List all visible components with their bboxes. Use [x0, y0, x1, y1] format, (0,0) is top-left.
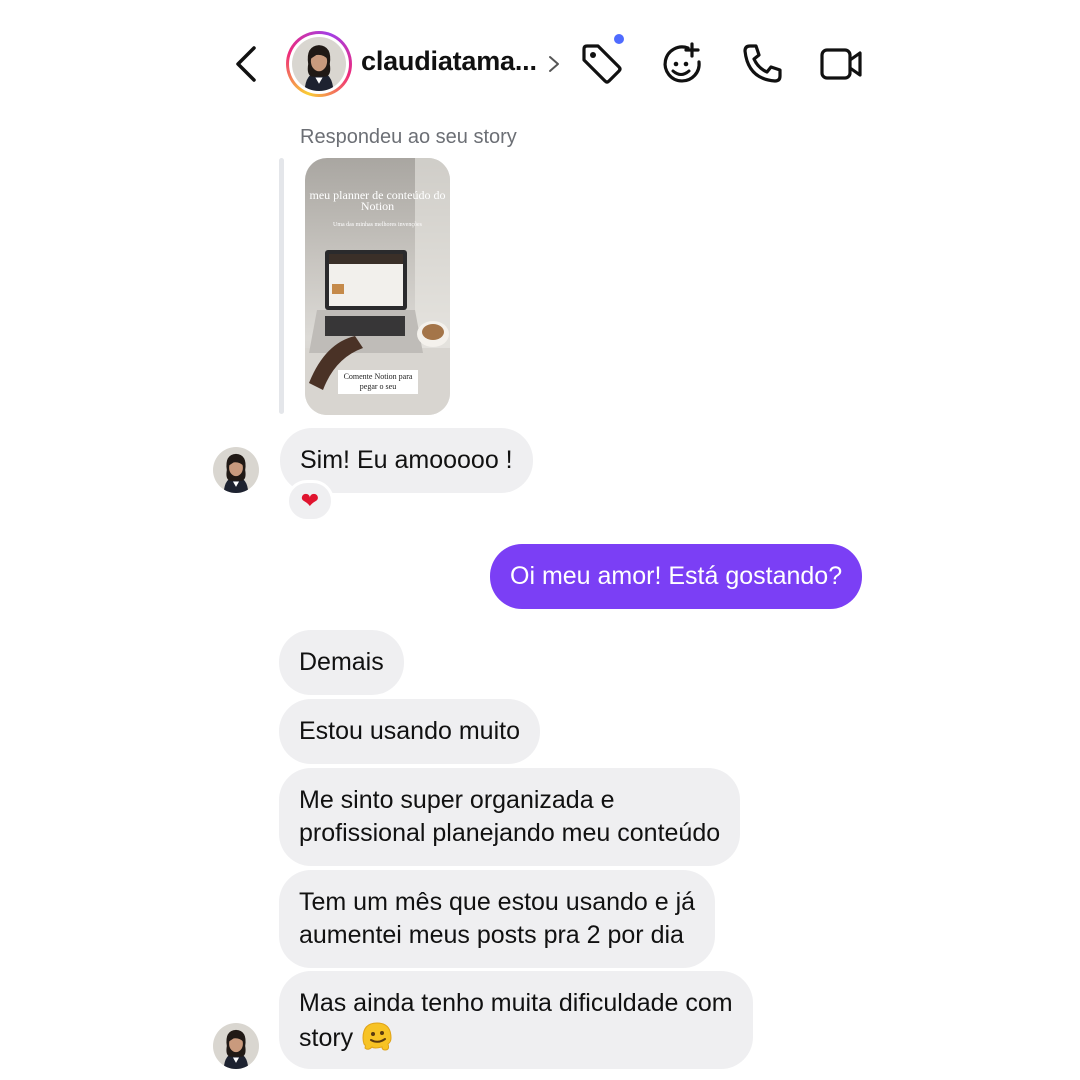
message-text: Sim! Eu amooooo !	[300, 446, 513, 474]
chat-header: claudiatama...	[0, 0, 1080, 120]
message-text: Oi meu amor! Está gostando?	[510, 562, 843, 590]
chat-username[interactable]: claudiatama...	[361, 46, 537, 77]
message-bubble-incoming[interactable]: Me sinto super organizada e profissional…	[279, 768, 741, 866]
story-preview[interactable]: meu planner de conteúdo do Notion Uma da…	[305, 158, 450, 415]
heart-reaction-icon[interactable]: ❤	[286, 480, 334, 522]
avatar-image	[292, 37, 346, 91]
story-cta-text: Comente Notion para pegar o seu	[338, 370, 418, 394]
message-line: Me sinto super organizada e	[299, 786, 615, 814]
story-reply-label: Respondeu ao seu story	[300, 126, 517, 148]
message-text: Estou usando muito	[299, 717, 520, 745]
message-line: story	[299, 1024, 354, 1052]
story-subtitle-text: Uma das minhas melhores invenções	[333, 222, 422, 228]
message-text: Demais	[299, 648, 384, 676]
message-line: Tem um mês que estou usando e já	[299, 888, 696, 916]
phone-call-icon[interactable]	[738, 40, 786, 88]
message-line: profissional planejando meu conteúdo	[299, 819, 721, 847]
sender-avatar[interactable]	[213, 447, 259, 493]
chevron-right-icon[interactable]	[546, 52, 562, 76]
add-sticker-icon[interactable]	[658, 40, 706, 88]
tag-icon[interactable]	[578, 40, 626, 88]
sender-avatar[interactable]	[213, 1023, 259, 1069]
notification-dot	[612, 32, 626, 46]
message-line: Mas ainda tenho muita dificuldade com	[299, 989, 733, 1017]
message-line: aumentei meus posts pra 2 por dia	[299, 921, 684, 949]
back-arrow-icon[interactable]	[228, 42, 264, 86]
message-bubble-incoming[interactable]: Demais	[279, 630, 404, 695]
melting-face-icon	[362, 1022, 392, 1051]
message-bubble-incoming[interactable]: Mas ainda tenho muita dificuldade com st…	[279, 971, 753, 1069]
message-bubble-incoming[interactable]: Tem um mês que estou usando e já aumente…	[279, 870, 716, 968]
reply-quote-bar	[279, 158, 284, 414]
message-bubble-outgoing[interactable]: Oi meu amor! Está gostando?	[490, 544, 863, 609]
profile-avatar[interactable]	[286, 31, 352, 97]
video-call-icon[interactable]	[818, 40, 866, 88]
message-bubble-incoming[interactable]: Estou usando muito	[279, 699, 540, 764]
story-title-text: meu planner de conteúdo do Notion	[309, 188, 446, 213]
